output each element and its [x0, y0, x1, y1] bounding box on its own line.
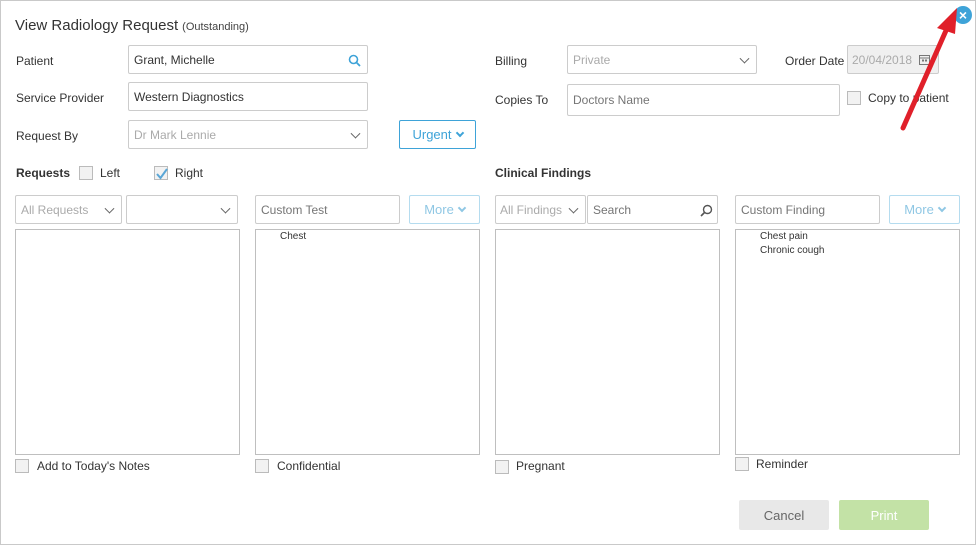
findings-more-button[interactable]: More [889, 195, 960, 224]
chevron-down-icon [937, 203, 947, 212]
list-item[interactable]: Chest pain [760, 231, 808, 242]
pregnant-checkbox[interactable] [495, 460, 509, 474]
patient-label: Patient [16, 54, 54, 68]
chevron-down-icon [568, 203, 579, 214]
pregnant-label: Pregnant [516, 459, 565, 473]
checkmark-icon [156, 168, 168, 180]
findings-search-input[interactable] [588, 196, 688, 223]
service-provider-field[interactable]: Western Diagnostics [128, 82, 368, 111]
chevron-down-icon [455, 128, 464, 137]
add-to-notes-label: Add to Today's Notes [37, 459, 150, 473]
dialog-title-text: View Radiology Request [15, 17, 179, 34]
copies-to-label: Copies To [495, 93, 549, 107]
request-subtype-select[interactable] [126, 195, 238, 224]
urgent-button[interactable]: Urgent [399, 120, 476, 149]
all-findings-value: All Findings [500, 202, 563, 217]
custom-finding-input[interactable] [735, 195, 880, 224]
search-icon[interactable] [700, 204, 713, 217]
copy-to-patient-label: Copy to patient [868, 91, 949, 105]
findings-available-list[interactable] [495, 229, 720, 455]
findings-selected-list[interactable]: Chest pain Chronic cough [735, 229, 960, 455]
chevron-down-icon [350, 128, 361, 139]
order-date-value: 20/04/2018 [852, 52, 913, 67]
service-provider-value: Western Diagnostics [134, 89, 244, 104]
right-label: Right [175, 166, 204, 180]
print-label: Print [870, 507, 898, 523]
add-to-notes-checkbox[interactable] [15, 459, 29, 473]
urgent-label: Urgent [412, 127, 452, 142]
confidential-label: Confidential [277, 459, 341, 473]
request-by-select[interactable]: Dr Mark Lennie [128, 120, 368, 149]
all-requests-value: All Requests [21, 202, 89, 217]
service-provider-label: Service Provider [16, 91, 105, 105]
requests-selected-list[interactable]: Chest [255, 229, 480, 455]
requests-available-list[interactable] [15, 229, 240, 455]
close-icon[interactable]: × [954, 6, 972, 24]
cancel-button[interactable]: Cancel [739, 500, 829, 530]
clinical-findings-heading: Clinical Findings [495, 166, 592, 180]
print-button[interactable]: Print [839, 500, 929, 530]
cancel-label: Cancel [763, 507, 805, 523]
patient-field[interactable]: Grant, Michelle [128, 45, 368, 74]
reminder-label: Reminder [756, 457, 809, 471]
list-item[interactable]: Chronic cough [760, 245, 824, 256]
patient-value: Grant, Michelle [134, 52, 215, 67]
copies-to-input[interactable] [567, 84, 840, 116]
requests-heading: Requests [16, 166, 71, 180]
chevron-down-icon [220, 203, 231, 214]
request-by-label: Request By [16, 129, 79, 143]
list-item[interactable]: Chest [280, 231, 306, 242]
billing-select[interactable]: Private [567, 45, 757, 74]
findings-search-field[interactable] [587, 195, 718, 224]
request-by-value: Dr Mark Lennie [134, 127, 217, 142]
copy-to-patient-checkbox[interactable] [847, 91, 861, 105]
requests-more-button[interactable]: More [409, 195, 480, 224]
right-checkbox[interactable] [154, 166, 168, 180]
left-checkbox[interactable] [79, 166, 93, 180]
order-date-field[interactable]: 20/04/2018 [847, 45, 939, 74]
calendar-icon[interactable] [919, 54, 930, 65]
dialog-title: View Radiology Request (Outstanding) [15, 17, 249, 34]
custom-test-input[interactable] [255, 195, 400, 224]
all-findings-select[interactable]: All Findings [495, 195, 586, 224]
confidential-checkbox[interactable] [255, 459, 269, 473]
chevron-down-icon [457, 203, 467, 212]
billing-label: Billing [495, 54, 528, 68]
reminder-checkbox[interactable] [735, 457, 749, 471]
search-icon[interactable] [348, 54, 361, 67]
billing-value: Private [573, 52, 611, 67]
chevron-down-icon [739, 53, 750, 64]
findings-more-label: More [904, 202, 934, 217]
order-date-label: Order Date [785, 54, 845, 68]
left-label: Left [100, 166, 121, 180]
status-label: (Outstanding) [182, 21, 249, 33]
all-requests-select[interactable]: All Requests [15, 195, 122, 224]
requests-more-label: More [424, 202, 454, 217]
chevron-down-icon [104, 203, 115, 214]
